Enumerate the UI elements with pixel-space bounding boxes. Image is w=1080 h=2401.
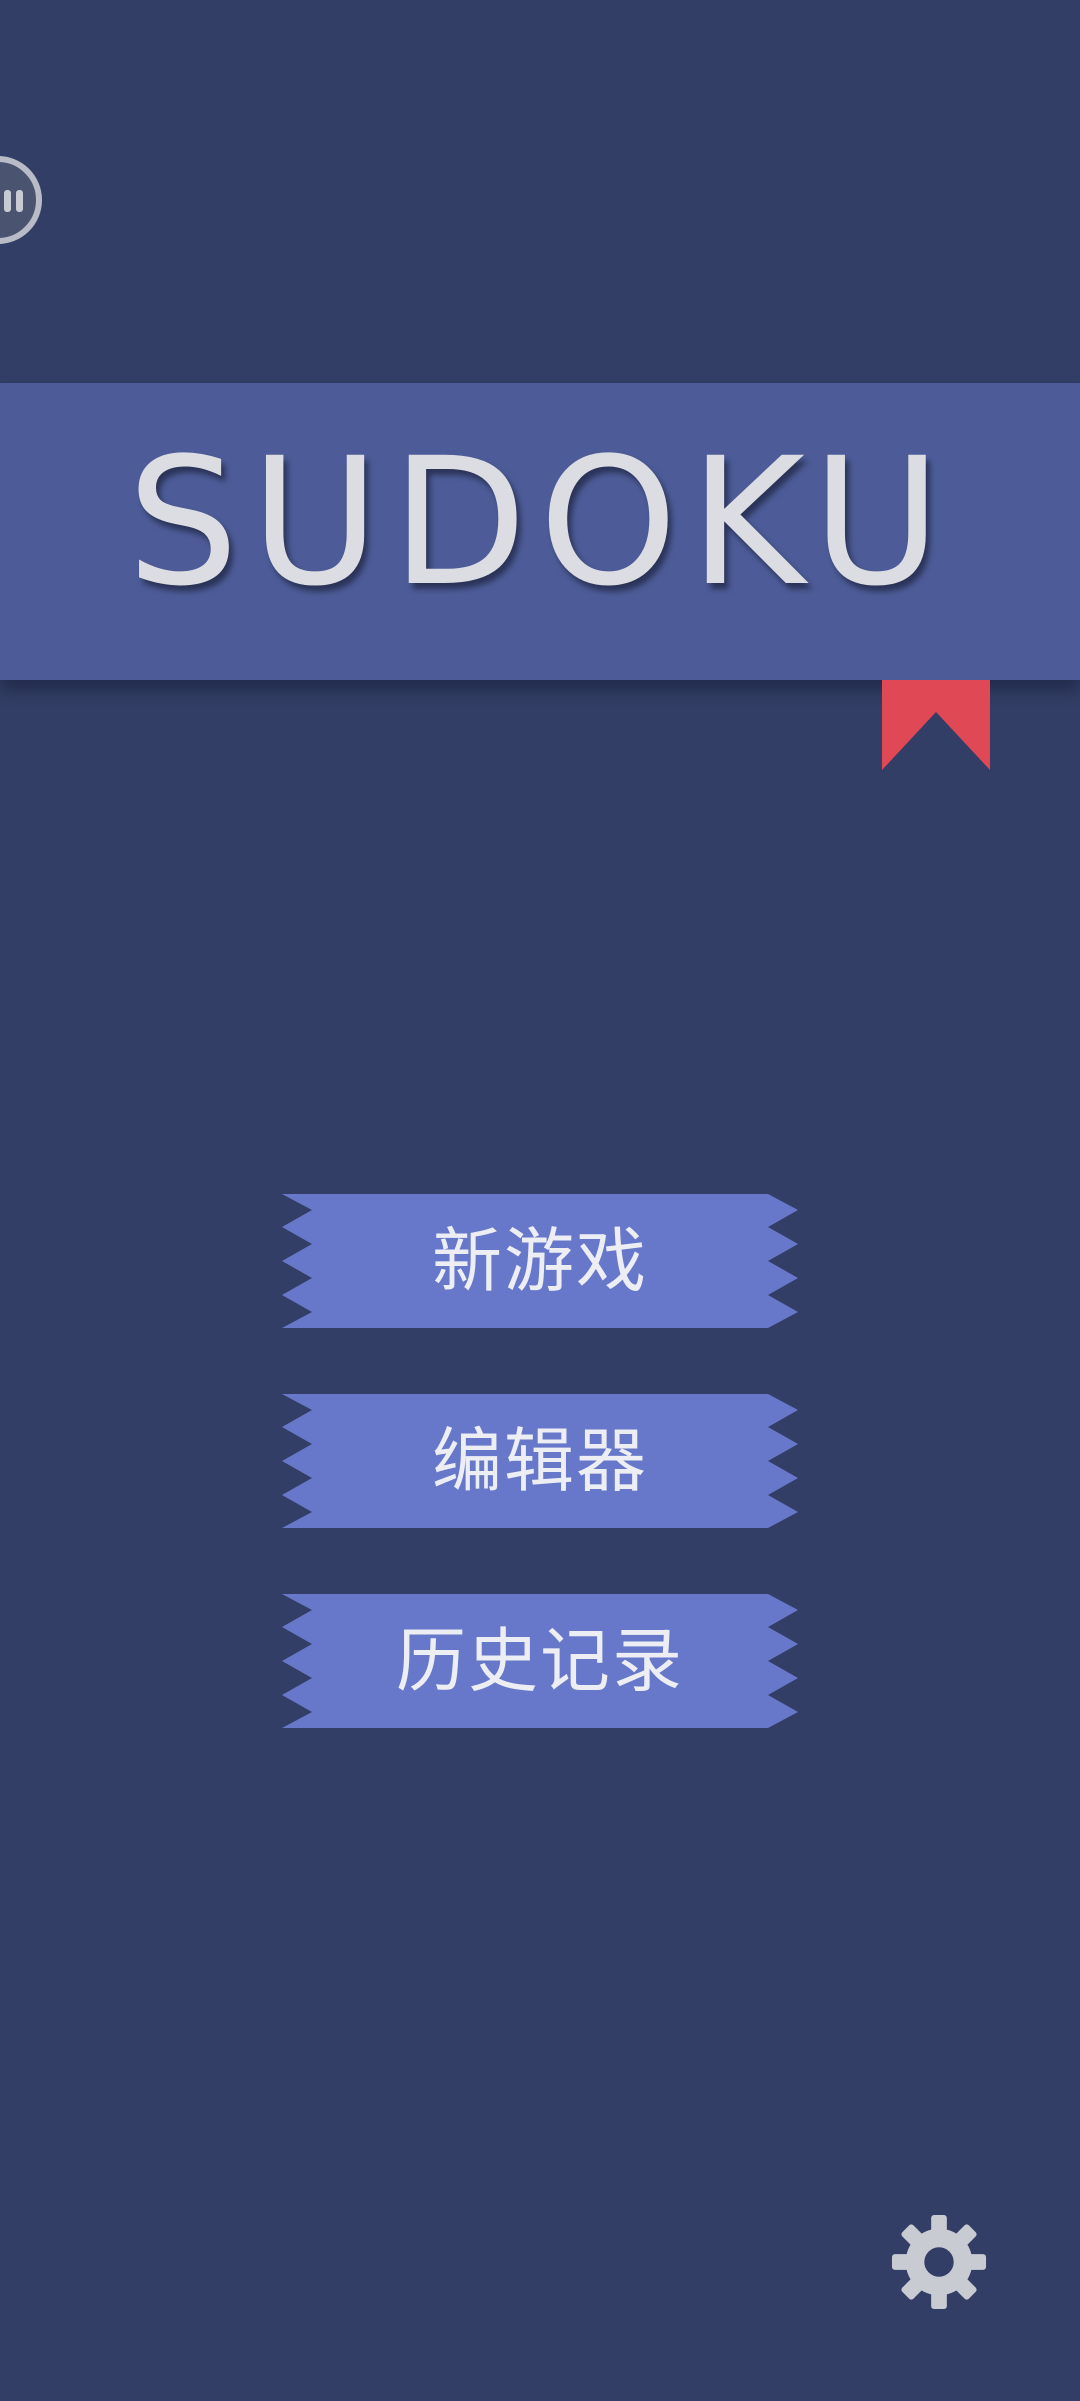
main-menu-screen: SUDOKU 新游戏 编辑器 历史记录 — [0, 0, 1080, 2401]
bookmark-ribbon-icon — [882, 680, 990, 770]
title-banner: SUDOKU — [0, 383, 1080, 680]
history-button[interactable]: 历史记录 — [282, 1594, 798, 1728]
new-game-label: 新游戏 — [432, 1220, 648, 1302]
history-label: 历史记录 — [396, 1620, 684, 1702]
editor-label: 编辑器 — [432, 1420, 648, 1502]
floating-assistant-icon[interactable] — [0, 156, 42, 244]
quote-glyph-icon — [4, 190, 23, 212]
editor-button[interactable]: 编辑器 — [282, 1394, 798, 1528]
gear-icon[interactable] — [890, 2213, 988, 2311]
app-title: SUDOKU — [126, 420, 954, 625]
new-game-button[interactable]: 新游戏 — [282, 1194, 798, 1328]
